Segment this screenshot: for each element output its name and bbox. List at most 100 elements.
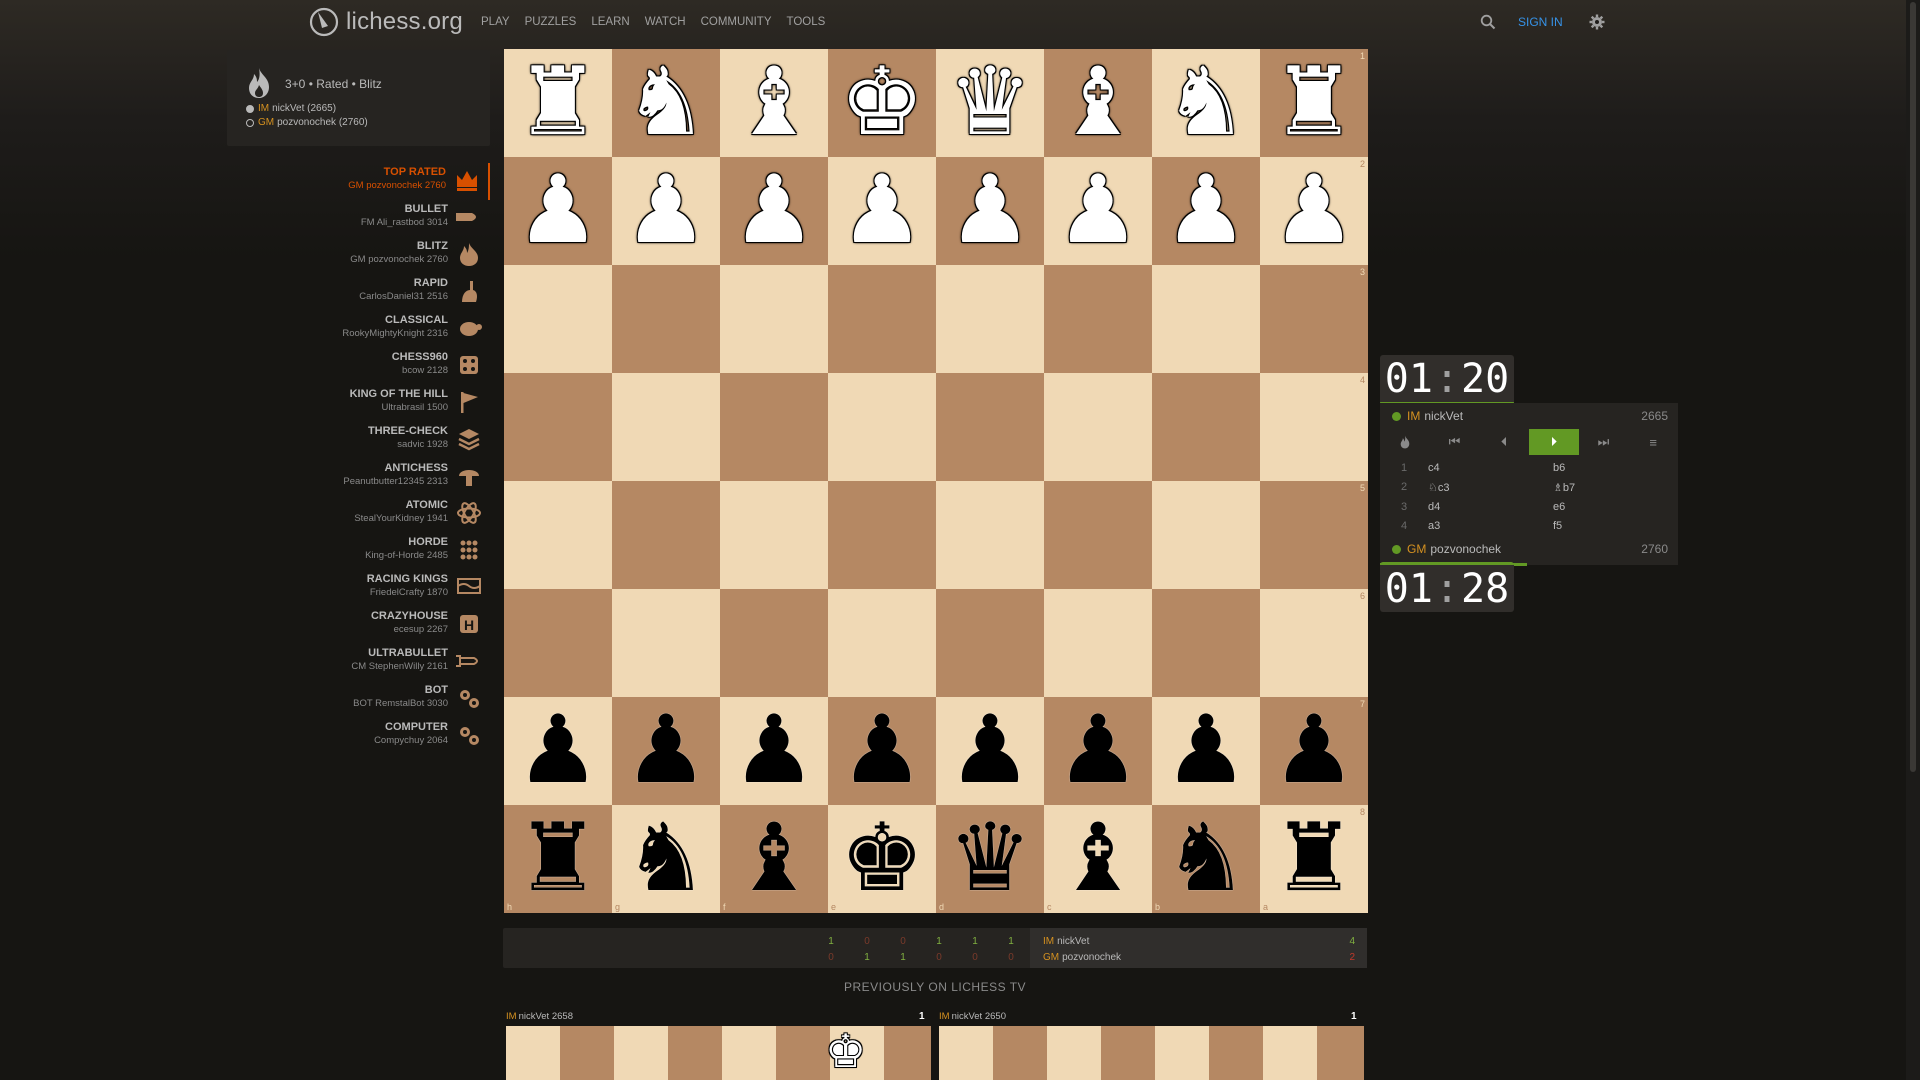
board-square-f6[interactable] xyxy=(720,589,828,697)
game-info-black[interactable]: GM pozvonochek (2760) xyxy=(246,117,368,128)
board-square-b6[interactable] xyxy=(1152,589,1260,697)
crosstable-result[interactable]: 0 xyxy=(821,952,841,963)
board-square-d6[interactable] xyxy=(936,589,1044,697)
black-piece[interactable]: ♟ xyxy=(516,704,600,798)
board-square-e2[interactable]: ♟ xyxy=(828,157,936,265)
black-piece[interactable]: ♜ xyxy=(1272,812,1356,906)
white-piece[interactable]: ♞ xyxy=(1164,56,1248,150)
black-piece[interactable]: ♟ xyxy=(624,704,708,798)
board-square-h5[interactable] xyxy=(504,481,612,589)
tv-channel-top-rated[interactable]: TOP RATED GM pozvonochek 2760 xyxy=(280,163,490,200)
board-square-b7[interactable]: ♟ xyxy=(1152,697,1260,805)
board-square-c1[interactable]: ♝ xyxy=(1044,49,1152,157)
board-square-h8[interactable]: ♜ h xyxy=(504,805,612,913)
black-piece[interactable]: ♟ xyxy=(840,704,924,798)
board-square-d5[interactable] xyxy=(936,481,1044,589)
board-square-d2[interactable]: ♟ xyxy=(936,157,1044,265)
board-square-g2[interactable]: ♟ xyxy=(612,157,720,265)
tv-channel-king-of-the-hill[interactable]: KING OF THE HILL Ultrabrasil 1500 xyxy=(280,385,490,422)
tv-channel-bot[interactable]: BOT BOT RemstalBot 3030 xyxy=(280,681,490,718)
black-piece[interactable]: ♝ xyxy=(1056,812,1140,906)
mini-game-player[interactable]: IM nickVet 2650 xyxy=(939,1011,1006,1022)
board-square-g7[interactable]: ♟ xyxy=(612,697,720,805)
white-piece[interactable]: ♟ xyxy=(948,164,1032,258)
board-square-h3[interactable] xyxy=(504,265,612,373)
player-name[interactable]: pozvonochek xyxy=(1430,542,1501,556)
board-square-a4[interactable]: 4 xyxy=(1260,373,1368,481)
analysis-button[interactable] xyxy=(1380,429,1430,455)
gear-icon[interactable] xyxy=(1589,14,1605,30)
black-move[interactable]: ♗b7 xyxy=(1553,481,1575,494)
tv-channel-crazyhouse[interactable]: CRAZYHOUSE ecesup 2267 H xyxy=(280,607,490,644)
white-piece[interactable]: ♛ xyxy=(948,56,1032,150)
black-piece[interactable]: ♞ xyxy=(1164,812,1248,906)
board-square-d3[interactable] xyxy=(936,265,1044,373)
tv-channel-atomic[interactable]: ATOMIC StealYourKidney 1941 xyxy=(280,496,490,533)
page-scrollbar[interactable] xyxy=(1906,0,1920,1080)
white-piece[interactable]: ♟ xyxy=(1272,164,1356,258)
tv-channel-rapid[interactable]: RAPID CarlosDaniel31 2516 xyxy=(280,274,490,311)
white-piece[interactable]: ♟ xyxy=(732,164,816,258)
black-piece[interactable]: ♟ xyxy=(1056,704,1140,798)
scrollbar-thumb[interactable] xyxy=(1910,2,1916,772)
board-square-d7[interactable]: ♟ xyxy=(936,697,1044,805)
nav-puzzles[interactable]: PUZZLES xyxy=(525,16,577,28)
crosstable-result[interactable]: 1 xyxy=(857,952,877,963)
white-move[interactable]: a3 xyxy=(1428,520,1553,532)
tv-channel-ultrabullet[interactable]: ULTRABULLET CM StephenWilly 2161 xyxy=(280,644,490,681)
player-bottom[interactable]: GM pozvonochek 2760 xyxy=(1380,537,1678,561)
crosstable-result[interactable]: 1 xyxy=(929,936,949,947)
tv-channel-blitz[interactable]: BLITZ GM pozvonochek 2760 xyxy=(280,237,490,274)
board-square-g5[interactable] xyxy=(612,481,720,589)
board-square-a2[interactable]: ♟ 2 xyxy=(1260,157,1368,265)
board-square-g8[interactable]: ♞ g xyxy=(612,805,720,913)
board-square-h6[interactable] xyxy=(504,589,612,697)
board-square-a5[interactable]: 5 xyxy=(1260,481,1368,589)
white-move[interactable]: ♘c3 xyxy=(1428,481,1553,494)
black-piece[interactable]: ♞ xyxy=(624,812,708,906)
white-piece[interactable]: ♟ xyxy=(840,164,924,258)
nav-watch[interactable]: WATCH xyxy=(645,16,686,28)
tv-channel-horde[interactable]: HORDE King-of-Horde 2485 xyxy=(280,533,490,570)
white-piece[interactable]: ♜ xyxy=(516,56,600,150)
board-square-h1[interactable]: ♜ xyxy=(504,49,612,157)
last-move-button[interactable]: ⏭ xyxy=(1579,429,1629,455)
black-piece[interactable]: ♝ xyxy=(732,812,816,906)
board-square-c3[interactable] xyxy=(1044,265,1152,373)
white-piece[interactable]: ♟ xyxy=(624,164,708,258)
tv-channel-chess960[interactable]: CHESS960 bcow 2128 xyxy=(280,348,490,385)
crosstable-result[interactable]: 1 xyxy=(893,952,913,963)
crosstable-result[interactable]: 0 xyxy=(1001,952,1021,963)
nav-tools[interactable]: TOOLS xyxy=(787,16,826,28)
board-square-a7[interactable]: ♟ 7 xyxy=(1260,697,1368,805)
mini-game-player[interactable]: IM nickVet 2658 xyxy=(506,1011,573,1022)
board-square-g1[interactable]: ♞ xyxy=(612,49,720,157)
mini-game-board[interactable] xyxy=(939,1026,1364,1080)
tv-channel-bullet[interactable]: BULLET FM Ali_rastbod 3014 xyxy=(280,200,490,237)
board-square-a3[interactable]: 3 xyxy=(1260,265,1368,373)
tv-channel-antichess[interactable]: ANTICHESS Peanutbutter12345 2313 xyxy=(280,459,490,496)
menu-button[interactable]: ≡ xyxy=(1628,429,1678,455)
white-move[interactable]: d4 xyxy=(1428,501,1553,513)
nav-community[interactable]: COMMUNITY xyxy=(701,16,772,28)
board-square-b5[interactable] xyxy=(1152,481,1260,589)
board-square-a8[interactable]: ♜ 8 a xyxy=(1260,805,1368,913)
board-square-g6[interactable] xyxy=(612,589,720,697)
board-square-e1[interactable]: ♚ xyxy=(828,49,936,157)
tv-channel-three-check[interactable]: THREE-CHECK sadvic 1928 xyxy=(280,422,490,459)
white-piece[interactable]: ♝ xyxy=(732,56,816,150)
board-square-b8[interactable]: ♞ b xyxy=(1152,805,1260,913)
board-square-c7[interactable]: ♟ xyxy=(1044,697,1152,805)
board-square-a6[interactable]: 6 xyxy=(1260,589,1368,697)
board-square-e6[interactable] xyxy=(828,589,936,697)
board-square-c5[interactable] xyxy=(1044,481,1152,589)
sign-in-link[interactable]: SIGN IN xyxy=(1518,15,1563,29)
board-square-d8[interactable]: ♛ d xyxy=(936,805,1044,913)
white-piece[interactable]: ♝ xyxy=(1056,56,1140,150)
board-square-c6[interactable] xyxy=(1044,589,1152,697)
board-square-h4[interactable] xyxy=(504,373,612,481)
site-logo[interactable]: lichess.org xyxy=(308,5,463,39)
white-piece[interactable]: ♟ xyxy=(516,164,600,258)
board-square-b4[interactable] xyxy=(1152,373,1260,481)
board-square-f8[interactable]: ♝ f xyxy=(720,805,828,913)
